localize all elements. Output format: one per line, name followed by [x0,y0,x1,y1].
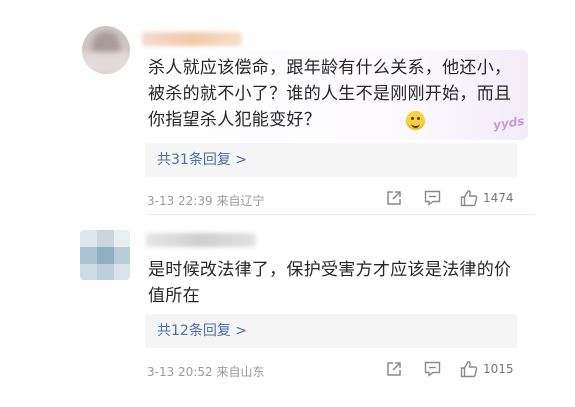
like-count: 1474 [483,191,514,205]
comment-item: 杀人就应该偿命，跟年龄有什么关系，他还小，被杀的就不小了？谁的人生不是刚刚开始，… [0,0,575,214]
comment-icon [424,190,441,206]
view-replies-button[interactable]: 共31条回复 > [145,143,517,177]
like-count: 1015 [483,362,514,376]
grin-emoji-icon [406,111,425,130]
share-icon [387,362,401,376]
avatar[interactable] [80,230,130,280]
view-replies-button[interactable]: 共12条回复 > [145,314,517,348]
comment-text: 杀人就应该偿命，跟年龄有什么关系，他还小，被杀的就不小了？谁的人生不是刚刚开始，… [148,58,512,130]
comment-button[interactable] [424,190,441,206]
username-blurred[interactable] [142,32,242,46]
comment-button[interactable] [424,361,441,377]
thumbs-up-icon [460,190,478,207]
avatar[interactable] [82,26,130,74]
username-blurred[interactable] [146,233,256,247]
comment-text: 是时候改法律了，保护受害方才应该是法律的价值所在 [148,260,512,306]
share-icon [387,191,401,205]
share-button[interactable] [386,190,402,206]
comment-icon [424,361,441,377]
comment-meta: 3-13 20:52 来自山东 [147,365,265,379]
comment-meta: 3-13 22:39 来自辽宁 [147,194,265,208]
share-button[interactable] [386,361,402,377]
thumbs-up-icon [460,361,478,378]
like-button[interactable]: 1474 [460,189,514,207]
like-button[interactable]: 1015 [460,360,514,378]
